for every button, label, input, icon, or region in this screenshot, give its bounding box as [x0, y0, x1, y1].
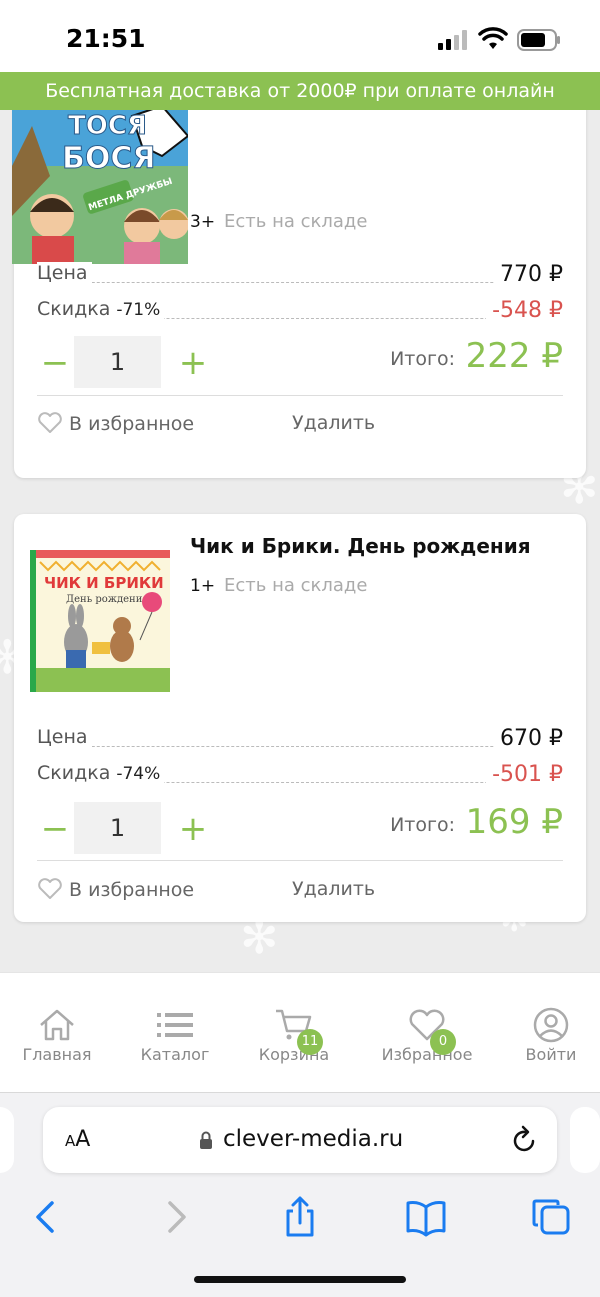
price-label: Цена [37, 262, 92, 284]
stock-status: Есть на складе [224, 575, 368, 596]
total-value: 222 ₽ [465, 336, 563, 376]
home-indicator [194, 1276, 406, 1283]
promo-banner: Бесплатная доставка от 2000₽ при оплате … [0, 72, 600, 110]
text-size-button[interactable]: AA [65, 1127, 90, 1152]
cart-content[interactable]: ✻ ✻ ✻ ✻ ТОСЯ БОСЯ МЕТЛА ДРУЖБЫ [0, 110, 600, 972]
favorites-count-badge: 0 [430, 1029, 456, 1055]
reload-icon[interactable] [511, 1125, 539, 1155]
heart-outline-icon [38, 412, 62, 433]
add-to-favorites-button[interactable]: В избранное [37, 412, 194, 435]
book-cover-image[interactable]: ТОСЯ БОСЯ МЕТЛА ДРУЖБЫ [12, 110, 188, 264]
quantity-stepper: − 1 + Итого: 169 ₽ [37, 802, 563, 856]
stock-status: Есть на складе [224, 211, 368, 232]
heart-outline-icon [38, 878, 62, 899]
url-text: clever-media.ru [223, 1126, 404, 1152]
next-tab-preview[interactable] [570, 1107, 600, 1173]
quantity-input[interactable]: 1 [74, 336, 161, 388]
quantity-stepper: − 1 + Итого: 222 ₽ [37, 336, 563, 390]
tab-label: Главная [22, 1045, 92, 1064]
age-rating: 1+ [190, 576, 216, 596]
discount-value: -548 ₽ [486, 298, 563, 323]
discount-percent: -71% [116, 300, 161, 320]
bookmarks-icon[interactable] [402, 1195, 450, 1239]
cover-title-line1: ЧИК И БРИКИ [44, 574, 164, 592]
discount-row: Скидка -71% -548 ₽ [37, 298, 563, 328]
discount-label: Скидка [37, 762, 111, 784]
favorite-label: В избранное [69, 413, 195, 435]
tab-label: Войти [525, 1045, 577, 1064]
favorite-label: В избранное [69, 879, 195, 901]
decrease-quantity-button[interactable]: − [37, 804, 73, 854]
discount-value: -501 ₽ [486, 762, 563, 787]
price-value: 770 ₽ [494, 262, 563, 287]
previous-tab-preview[interactable] [0, 1107, 14, 1173]
user-icon [533, 1007, 569, 1043]
status-bar: 21:51 [0, 0, 600, 72]
add-to-favorites-button[interactable]: В избранное [37, 878, 194, 901]
age-rating: 3+ [190, 212, 216, 232]
total-label: Итого: [390, 814, 455, 836]
discount-label: Скидка [37, 298, 111, 320]
price-row: Цена 670 ₽ [37, 726, 563, 756]
delete-button[interactable]: Удалить [292, 878, 375, 900]
tabs-icon[interactable] [528, 1195, 576, 1239]
wifi-icon [478, 27, 508, 49]
price-row: Цена 770 ₽ [37, 262, 563, 292]
battery-icon [517, 29, 560, 51]
tab-home[interactable]: Главная [2, 1007, 112, 1064]
list-icon [157, 1013, 193, 1037]
forward-icon[interactable] [150, 1195, 198, 1239]
cart-item: ТОСЯ БОСЯ МЕТЛА ДРУЖБЫ 3+ Есть на складе… [12, 110, 586, 478]
address-bar[interactable]: AA clever-media.ru [43, 1107, 557, 1173]
cart-item: ЧИК И БРИКИ День рождения Чик и Брики. Д… [14, 514, 586, 922]
quantity-input[interactable]: 1 [74, 802, 161, 854]
back-icon[interactable] [24, 1195, 72, 1239]
item-actions: В избранное Удалить [37, 878, 563, 908]
divider [37, 395, 563, 396]
product-title[interactable]: Чик и Брики. День рождения [190, 534, 531, 558]
total-label: Итого: [390, 348, 455, 370]
tab-label: Каталог [140, 1045, 210, 1064]
increase-quantity-button[interactable]: + [175, 338, 211, 388]
discount-row: Скидка -74% -501 ₽ [37, 762, 563, 792]
cover-title-line1: ТОСЯ [68, 111, 147, 141]
price-value: 670 ₽ [494, 726, 563, 751]
home-icon [40, 1009, 74, 1041]
decrease-quantity-button[interactable]: − [37, 338, 73, 388]
lock-icon [200, 1131, 212, 1149]
tab-catalog[interactable]: Каталог [120, 1007, 230, 1064]
book-cover-image[interactable]: ЧИК И БРИКИ День рождения [30, 550, 170, 692]
tab-label: Избранное [381, 1045, 473, 1064]
item-actions: В избранное Удалить [37, 412, 563, 442]
price-label: Цена [37, 726, 92, 748]
cover-title-line2: БОСЯ [62, 141, 156, 176]
share-icon[interactable] [276, 1195, 324, 1239]
cellular-signal-icon [438, 30, 467, 50]
divider [37, 860, 563, 861]
discount-percent: -74% [116, 764, 161, 784]
site-tab-bar: Главная Каталог Корзина 11 Избранное 0 В… [0, 972, 600, 1092]
tab-favorites[interactable]: Избранное 0 [372, 1007, 482, 1064]
total-value: 169 ₽ [465, 802, 563, 842]
cover-title-line2: День рождения [66, 594, 149, 605]
delete-button[interactable]: Удалить [292, 412, 375, 434]
tab-login[interactable]: Войти [496, 1007, 600, 1064]
increase-quantity-button[interactable]: + [175, 804, 211, 854]
browser-toolbar: AA clever-media.ru [0, 1092, 600, 1297]
status-time: 21:51 [66, 24, 146, 53]
cart-count-badge: 11 [297, 1029, 323, 1055]
tab-cart[interactable]: Корзина 11 [239, 1007, 349, 1064]
